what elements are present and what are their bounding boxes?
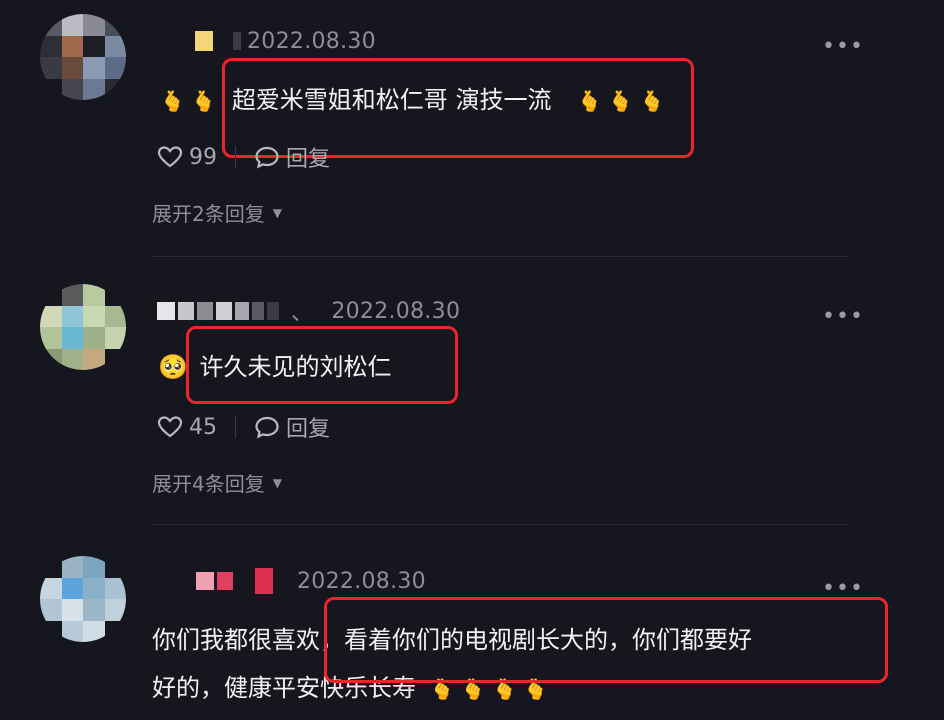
separator — [235, 416, 236, 438]
divider — [152, 256, 848, 257]
pleading-face-emoji: 🥺 — [158, 353, 188, 381]
highlight-box — [186, 326, 458, 404]
reply-bubble-icon[interactable] — [254, 415, 280, 439]
comment-actions: 45 回复 — [157, 412, 330, 442]
more-options-icon[interactable]: ••• — [822, 306, 864, 328]
user-row: 、 2022.08.30 — [157, 296, 460, 326]
comment-actions: 99 回复 — [157, 142, 330, 172]
expand-replies-button[interactable]: 展开4条回复 ▼ — [152, 468, 282, 497]
user-row: 2022.08.30 — [196, 566, 426, 596]
caret-down-icon: ▼ — [272, 475, 282, 490]
comment-date: 2022.08.30 — [331, 298, 461, 324]
like-count: 99 — [189, 144, 217, 170]
username-pixelated[interactable] — [157, 302, 279, 320]
user-row: 2022.08.30 — [195, 26, 376, 56]
username-separator: 、 — [291, 301, 314, 326]
highlight-box — [324, 597, 888, 683]
comment-date: 2022.08.30 — [297, 568, 426, 594]
reply-button[interactable]: 回复 — [286, 141, 330, 173]
caret-down-icon: ▼ — [272, 205, 282, 220]
expand-replies-button[interactable]: 展开2条回复 ▼ — [152, 198, 282, 227]
avatar[interactable] — [40, 556, 126, 642]
reply-bubble-icon[interactable] — [254, 145, 280, 169]
expand-replies-label: 展开4条回复 — [152, 472, 265, 496]
heart-icon[interactable] — [157, 145, 183, 169]
more-options-icon[interactable]: ••• — [822, 578, 864, 600]
username-pixelated[interactable] — [195, 31, 241, 51]
comment-date: 2022.08.30 — [247, 28, 376, 54]
avatar[interactable] — [40, 284, 126, 370]
like-count: 45 — [189, 414, 217, 440]
heart-icon[interactable] — [157, 415, 183, 439]
expand-replies-label: 展开2条回复 — [152, 202, 265, 226]
reply-button[interactable]: 回复 — [286, 411, 330, 443]
avatar[interactable] — [40, 14, 126, 100]
finger-heart-emoji: 🫰 🫰 — [160, 89, 217, 113]
separator — [235, 146, 236, 168]
divider — [152, 524, 848, 525]
more-options-icon[interactable]: ••• — [822, 36, 864, 58]
username-pixelated[interactable] — [196, 568, 273, 594]
